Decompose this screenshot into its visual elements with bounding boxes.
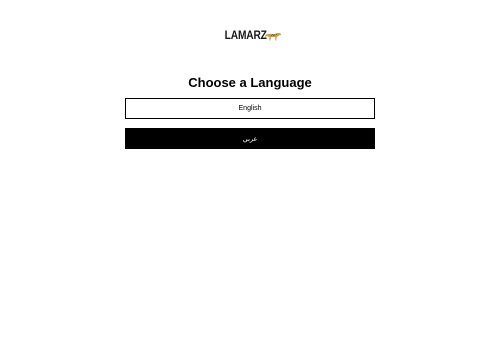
brand-logo[interactable]: LAMARZ: [217, 27, 282, 41]
brand-logo-text: LAMARZ: [224, 28, 267, 42]
page-title: Choose a Language: [188, 75, 312, 90]
leopard-icon: [265, 32, 282, 41]
language-selection-page: LAMARZ Choose a Language English عربي: [0, 0, 500, 348]
language-button-arabic[interactable]: عربي: [125, 128, 375, 149]
language-button-english[interactable]: English: [125, 98, 375, 119]
